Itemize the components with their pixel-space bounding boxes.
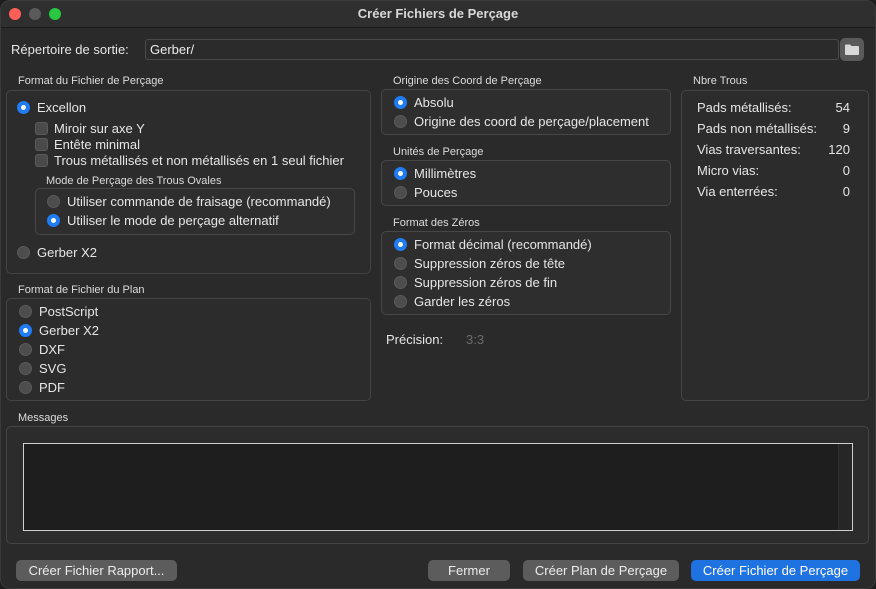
excellon-label: Excellon — [37, 100, 87, 115]
map-svg-radio[interactable] — [19, 362, 32, 375]
micro-vias-label: Micro vias: — [697, 163, 760, 178]
folder-icon — [845, 44, 859, 55]
origin-absolute-radio[interactable] — [394, 96, 407, 109]
zeros-suppress-trailing-label: Suppression zéros de fin — [414, 275, 558, 290]
map-gerber-label: Gerber X2 — [39, 323, 99, 338]
origin-aux-radio[interactable] — [394, 115, 407, 128]
through-vias-label: Vias traversantes: — [697, 142, 801, 157]
create-report-button[interactable]: Créer Fichier Rapport... — [16, 560, 177, 581]
map-dxf-radio[interactable] — [19, 343, 32, 356]
messages-title: Messages — [18, 412, 69, 424]
drill-format-title: Format du Fichier de Perçage — [18, 75, 164, 87]
gerber-x2-drill-label: Gerber X2 — [37, 245, 97, 260]
map-postscript-label: PostScript — [39, 304, 99, 319]
output-directory-label: Répertoire de sortie: — [11, 42, 129, 57]
oval-route-label: Utiliser commande de fraisage (recommand… — [67, 194, 331, 209]
mirror-y-checkbox[interactable] — [35, 122, 48, 135]
map-gerber-radio[interactable] — [19, 324, 32, 337]
gerber-x2-drill-radio[interactable] — [17, 246, 30, 259]
oval-alternate-radio[interactable] — [47, 214, 60, 227]
map-pdf-label: PDF — [39, 380, 65, 395]
precision-value: 3:3 — [466, 332, 485, 347]
through-vias-value: 120 — [828, 142, 850, 157]
units-inch-label: Pouces — [414, 185, 458, 200]
zeros-decimal-radio[interactable] — [394, 238, 407, 251]
messages-scrollbar[interactable] — [838, 444, 852, 530]
minimal-header-label: Entête minimal — [54, 137, 140, 152]
units-inch-radio[interactable] — [394, 186, 407, 199]
precision-label: Précision: — [386, 332, 444, 347]
zeros-suppress-leading-radio[interactable] — [394, 257, 407, 270]
oval-alternate-label: Utiliser le mode de perçage alternatif — [67, 213, 279, 228]
map-format-title: Format de Fichier du Plan — [18, 284, 145, 296]
merge-pth-npth-label: Trous métallisés et non métallisés en 1 … — [54, 153, 344, 168]
map-svg-label: SVG — [39, 361, 67, 376]
zeros-keep-label: Garder les zéros — [414, 294, 511, 309]
origin-title: Origine des Coord de Perçage — [393, 75, 542, 87]
zeros-title: Format des Zéros — [393, 217, 480, 229]
non-plated-pads-value: 9 — [842, 121, 850, 136]
create-drill-map-button[interactable]: Créer Plan de Perçage — [523, 560, 679, 581]
create-drill-file-button[interactable]: Créer Fichier de Perçage — [691, 560, 860, 581]
zeros-decimal-label: Format décimal (recommandé) — [414, 237, 592, 252]
output-directory-input[interactable]: Gerber/ — [145, 39, 839, 60]
hole-count-group — [681, 90, 869, 401]
merge-pth-npth-checkbox[interactable] — [35, 154, 48, 167]
zeros-suppress-trailing-radio[interactable] — [394, 276, 407, 289]
close-button[interactable]: Fermer — [428, 560, 510, 581]
drill-files-dialog: Créer Fichiers de Perçage Répertoire de … — [0, 0, 876, 589]
minimal-header-checkbox[interactable] — [35, 138, 48, 151]
micro-vias-value: 0 — [842, 163, 850, 178]
map-pdf-radio[interactable] — [19, 381, 32, 394]
oval-route-radio[interactable] — [47, 195, 60, 208]
origin-aux-label: Origine des coord de perçage/placement — [414, 114, 649, 129]
units-mm-label: Millimètres — [414, 166, 477, 181]
mirror-y-label: Miroir sur axe Y — [54, 121, 145, 136]
map-dxf-label: DXF — [39, 342, 65, 357]
plated-pads-value: 54 — [835, 100, 850, 115]
messages-output[interactable] — [23, 443, 853, 531]
buried-vias-value: 0 — [842, 184, 850, 199]
non-plated-pads-label: Pads non métallisés: — [697, 121, 817, 136]
title-bar: Créer Fichiers de Perçage — [1, 1, 875, 28]
buried-vias-label: Via enterrées: — [697, 184, 778, 199]
oval-holes-title: Mode de Perçage des Trous Ovales — [46, 175, 222, 187]
excellon-radio[interactable] — [17, 101, 30, 114]
units-mm-radio[interactable] — [394, 167, 407, 180]
window-title: Créer Fichiers de Perçage — [357, 6, 519, 21]
hole-count-title: Nbre Trous — [693, 75, 748, 87]
browse-folder-button[interactable] — [840, 38, 864, 61]
zeros-suppress-leading-label: Suppression zéros de tête — [414, 256, 566, 271]
map-postscript-radio[interactable] — [19, 305, 32, 318]
plated-pads-label: Pads métallisés: — [697, 100, 792, 115]
units-title: Unités de Perçage — [393, 146, 484, 158]
zeros-keep-radio[interactable] — [394, 295, 407, 308]
origin-absolute-label: Absolu — [414, 95, 454, 110]
